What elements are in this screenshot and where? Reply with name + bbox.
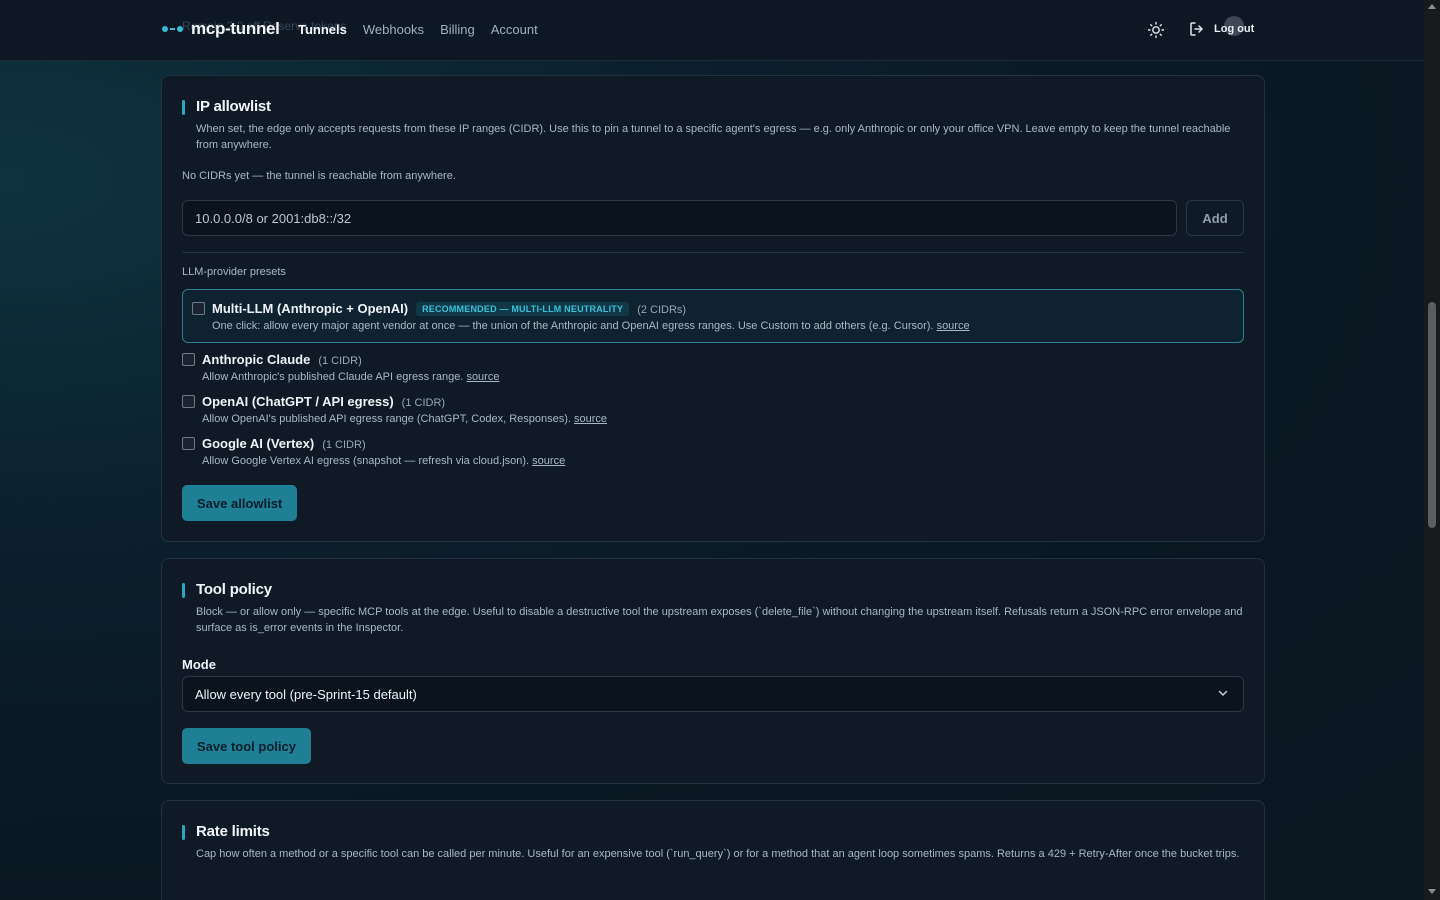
- nav-webhooks[interactable]: Webhooks: [363, 22, 424, 37]
- preset-name: OpenAI (ChatGPT / API egress): [202, 394, 394, 409]
- preset-openai[interactable]: OpenAI (ChatGPT / API egress) (1 CIDR) Al…: [182, 394, 1244, 430]
- presets-heading: LLM-provider presets: [182, 266, 286, 278]
- nav-billing[interactable]: Billing: [440, 22, 475, 37]
- preset-name: Google AI (Vertex): [202, 436, 315, 451]
- preset-multi-llm[interactable]: Multi-LLM (Anthropic + OpenAI) RECOMMENDE…: [182, 289, 1244, 343]
- preset-description: Allow OpenAI's published API egress rang…: [202, 413, 571, 425]
- preset-description-row: Allow OpenAI's published API egress rang…: [202, 413, 607, 425]
- add-cidr-button[interactable]: Add: [1186, 200, 1244, 236]
- preset-description-row: Allow Google Vertex AI egress (snapshot …: [202, 455, 565, 467]
- scroll-down-arrow-icon[interactable]: [1428, 889, 1436, 894]
- preset-description: Allow Anthropic's published Claude API e…: [202, 371, 464, 383]
- top-navbar: Remain 2.0 off Reserve tokens mcp-tunnel…: [0, 0, 1424, 61]
- chevron-down-icon: [1218, 690, 1228, 696]
- logout-button[interactable]: Log out: [1188, 20, 1254, 38]
- scroll-up-arrow-icon[interactable]: [1428, 4, 1436, 9]
- preset-name-row: Google AI (Vertex) (1 CIDR): [202, 436, 366, 451]
- scrollbar-thumb[interactable]: [1428, 302, 1436, 528]
- main-nav: Tunnels Webhooks Billing Account: [298, 22, 538, 37]
- preset-source-link[interactable]: source: [574, 413, 607, 425]
- mode-label: Mode: [182, 657, 216, 672]
- save-allowlist-button[interactable]: Save allowlist: [182, 485, 298, 521]
- tool-policy-description: Block — or allow only — specific MCP too…: [196, 606, 1243, 634]
- preset-cidr-count: (1 CIDR): [318, 355, 362, 367]
- preset-name: Anthropic Claude: [202, 352, 311, 367]
- tool-policy-card: Tool policy Block — or allow only — spec…: [161, 558, 1265, 784]
- preset-anthropic[interactable]: Anthropic Claude (1 CIDR) Allow Anthropic…: [182, 352, 1244, 388]
- nav-tunnels[interactable]: Tunnels: [298, 22, 347, 37]
- tunnel-logo-icon: [162, 26, 183, 32]
- section-divider: [182, 252, 1244, 253]
- preset-description: One click: allow every major agent vendo…: [212, 320, 934, 332]
- preset-checkbox[interactable]: [192, 302, 205, 315]
- preset-cidr-count: (1 CIDR): [322, 439, 366, 451]
- preset-name-row: OpenAI (ChatGPT / API egress) (1 CIDR): [202, 394, 445, 409]
- preset-name-row: Multi-LLM (Anthropic + OpenAI) RECOMMENDE…: [212, 301, 686, 316]
- preset-name-row: Anthropic Claude (1 CIDR): [202, 352, 362, 367]
- tool-policy-title: Tool policy: [182, 581, 272, 598]
- rate-limits-card: Rate limits Cap how often a method or a …: [161, 800, 1265, 900]
- sun-icon: [1147, 21, 1165, 39]
- preset-google[interactable]: Google AI (Vertex) (1 CIDR) Allow Google …: [182, 436, 1244, 472]
- logout-label: Log out: [1214, 23, 1255, 35]
- theme-toggle-button[interactable]: [1146, 20, 1166, 40]
- preset-checkbox[interactable]: [182, 437, 195, 450]
- preset-description-row: Allow Anthropic's published Claude API e…: [202, 371, 499, 383]
- nav-account[interactable]: Account: [491, 22, 538, 37]
- preset-description: Allow Google Vertex AI egress (snapshot …: [202, 455, 530, 467]
- preset-name: Multi-LLM (Anthropic + OpenAI): [212, 301, 409, 316]
- preset-checkbox[interactable]: [182, 353, 195, 366]
- mode-select[interactable]: Allow every tool (pre-Sprint-15 default): [182, 676, 1244, 712]
- ip-allowlist-description: When set, the edge only accepts requests…: [196, 123, 1231, 151]
- preset-description-row: One click: allow every major agent vendo…: [212, 320, 970, 332]
- page-scrollbar[interactable]: [1424, 0, 1440, 900]
- rate-limits-description: Cap how often a method or a specific too…: [196, 848, 1240, 860]
- preset-cidr-count: (2 CIDRs): [637, 304, 687, 316]
- preset-source-link[interactable]: source: [532, 455, 565, 467]
- mode-selected-value: Allow every tool (pre-Sprint-15 default): [195, 687, 417, 702]
- brand-name: mcp-tunnel: [191, 19, 280, 38]
- brand-logo[interactable]: mcp-tunnel: [162, 19, 280, 39]
- cidr-empty-state: No CIDRs yet — the tunnel is reachable f…: [182, 170, 456, 182]
- logout-icon: [1190, 22, 1203, 36]
- preset-source-link[interactable]: source: [466, 371, 499, 383]
- rate-limits-title: Rate limits: [182, 823, 270, 840]
- cidr-input[interactable]: [182, 200, 1177, 236]
- ip-allowlist-card: IP allowlist When set, the edge only acc…: [161, 75, 1265, 542]
- preset-checkbox[interactable]: [182, 395, 195, 408]
- preset-source-link[interactable]: source: [937, 320, 970, 332]
- preset-cidr-count: (1 CIDR): [401, 397, 446, 409]
- recommended-badge: RECOMMENDED — MULTI-LLM NEUTRALITY: [416, 302, 630, 316]
- save-tool-policy-button[interactable]: Save tool policy: [182, 728, 311, 764]
- ip-allowlist-title: IP allowlist: [182, 98, 271, 115]
